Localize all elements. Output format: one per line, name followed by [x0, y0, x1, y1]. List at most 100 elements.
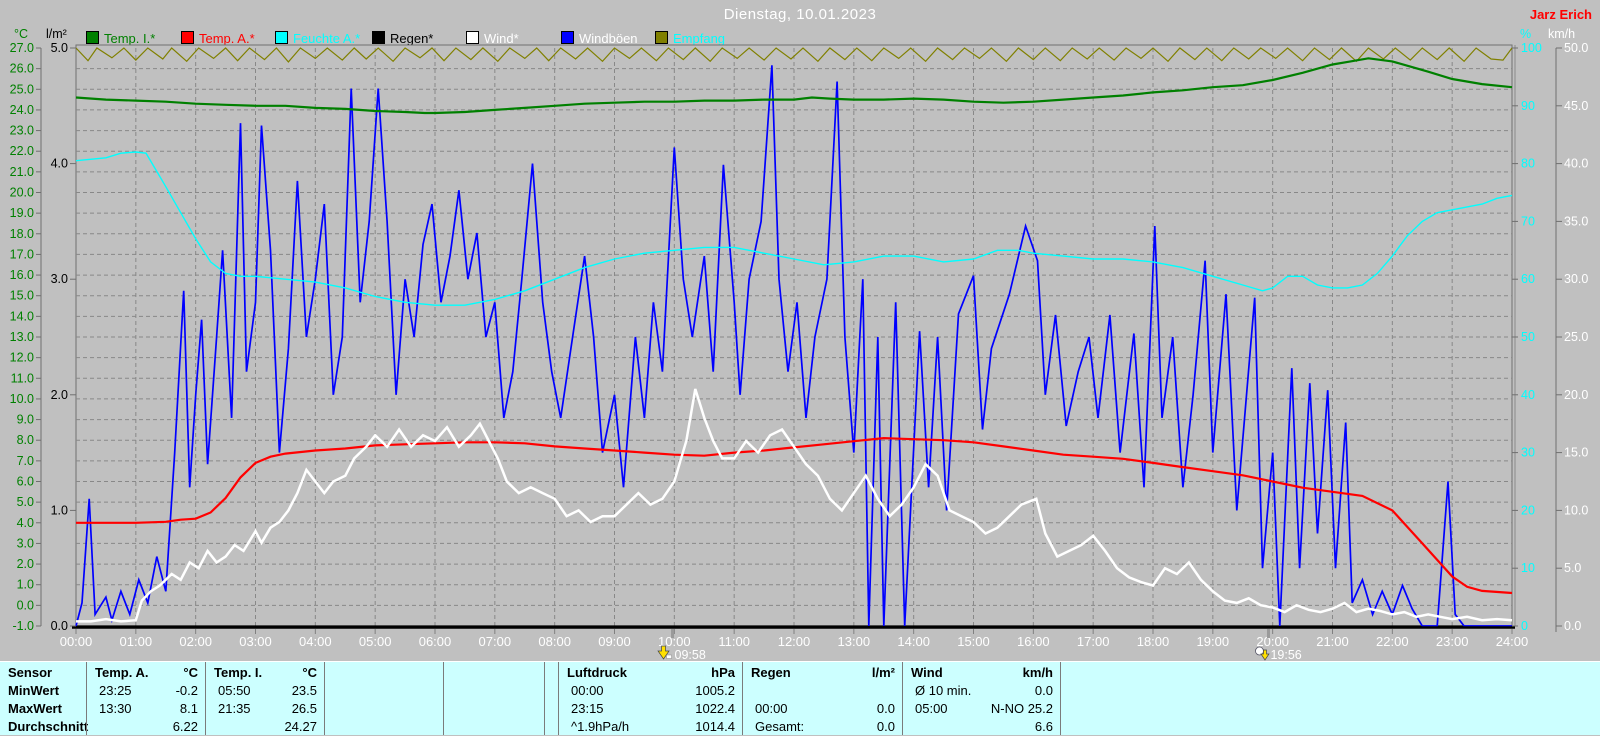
table-column-header [325, 665, 443, 682]
x-axis-tick-label: 20:00 [1256, 634, 1289, 649]
temp-axis-tick-label: 25.0 [10, 82, 34, 96]
x-axis-tick-label: 06:00 [419, 634, 452, 649]
table-column-empty [1060, 662, 1600, 735]
table-column-empty [324, 662, 443, 735]
x-axis-tick-label: 03:00 [239, 634, 272, 649]
stat-value: 1005.2 [695, 683, 735, 698]
table-column-wind: Windkm/hØ 10 min.0.005:00N-NO 25.26.6 [902, 662, 1060, 735]
sensor-unit: km/h [1023, 665, 1053, 680]
gridlines [76, 48, 1512, 626]
stat-time: 05:50 [218, 683, 251, 698]
table-cell-row: 00:000.0 [743, 701, 902, 718]
event-marker-time: 09:58 [675, 648, 706, 661]
windspeed-axis-tick-label: 35.0 [1564, 214, 1588, 228]
sensor-unit: °C [183, 665, 198, 680]
table-column-temp-a: Temp. A.°C23:25-0.213:308.16.22 [86, 662, 205, 735]
temp-axis-tick-label: 5.0 [17, 495, 34, 509]
table-cell-row [545, 701, 558, 718]
temp-axis-tick-label: 12.0 [10, 351, 34, 365]
rain-axis-tick-label: 0.0 [51, 619, 68, 633]
table-cell-row [444, 719, 544, 736]
percent-axis-tick-label: 60 [1521, 272, 1535, 286]
x-axis-tick-label: 19:00 [1197, 634, 1230, 649]
table-cell-row: 6.6 [903, 719, 1060, 736]
x-axis-tick-label: 01:00 [120, 634, 153, 649]
temp-axis-tick-label: 14.0 [10, 309, 34, 323]
table-cell-row: 05:00N-NO 25.2 [903, 701, 1060, 718]
stat-time: 21:35 [218, 701, 251, 716]
stat-value: 0.0 [877, 719, 895, 734]
table-cell-row [545, 719, 558, 736]
windspeed-axis-tick-label: 50.0 [1564, 41, 1588, 55]
temp-axis-tick-label: 22.0 [10, 144, 34, 158]
x-axis-tick-label: 17:00 [1077, 634, 1110, 649]
table-cell-row: 6.22 [87, 719, 205, 736]
sensor-name: Wind [911, 665, 943, 680]
table-cell-row: 05:5023.5 [206, 683, 324, 700]
stat-value: 6.22 [173, 719, 198, 734]
windspeed-axis-tick-label: 45.0 [1564, 99, 1588, 113]
x-axis-tick-label: 16:00 [1017, 634, 1050, 649]
sensor-unit: l/m² [872, 665, 895, 680]
weather-chart: 27.026.025.024.023.022.021.020.019.018.0… [0, 0, 1600, 661]
x-axis-tick-label: 08:00 [538, 634, 571, 649]
percent-axis-tick-label: 30 [1521, 446, 1535, 460]
temp-axis-tick-label: 17.0 [10, 247, 34, 261]
table-row-label: MinWert [0, 683, 86, 700]
rain-axis-tick-label: 4.0 [51, 157, 68, 171]
x-axis-tick-label: 24:00 [1496, 634, 1529, 649]
windspeed-axis-tick-label: 10.0 [1564, 503, 1588, 517]
windspeed-axis-tick-label: 20.0 [1564, 388, 1588, 402]
temp-axis-tick-label: 4.0 [17, 516, 34, 530]
temp-axis-tick-label: 26.0 [10, 62, 34, 76]
windspeed-axis-tick-label: 25.0 [1564, 330, 1588, 344]
x-axis-tick-label: 11:00 [718, 634, 750, 649]
percent-axis-tick-label: 90 [1521, 99, 1535, 113]
x-axis-tick-label: 04:00 [299, 634, 332, 649]
temp-axis-tick-label: 19.0 [10, 206, 34, 220]
table-column-header [444, 665, 544, 682]
table-column-header: Wind km/h [903, 665, 1060, 682]
temp-axis-tick-label: 15.0 [10, 289, 34, 303]
table-cell-row [325, 701, 443, 718]
table-cell-row: Gesamt: 0.0 [743, 719, 902, 736]
rain-axis-tick-label: 3.0 [51, 272, 68, 286]
x-axis-tick-label: 00:00 [60, 634, 93, 649]
stat-value: 26.5 [292, 701, 317, 716]
percent-axis-tick-label: 80 [1521, 157, 1535, 171]
stat-value: 1014.4 [695, 719, 735, 734]
temp-axis-tick-label: 2.0 [17, 557, 34, 571]
stat-time: 13:30 [99, 701, 132, 716]
table-cell-row: 23:25-0.2 [87, 683, 205, 700]
x-axis-tick-label: 22:00 [1376, 634, 1409, 649]
table-cell-row: 13:308.1 [87, 701, 205, 718]
table-cell-row [1061, 683, 1600, 700]
table-column-regen: Regenl/m²00:000.0Gesamt:0.0 [742, 662, 902, 735]
stat-value: -0.2 [176, 683, 198, 698]
percent-axis-tick-label: 50 [1521, 330, 1535, 344]
table-column-empty [544, 662, 558, 735]
percent-axis-tick-label: 10 [1521, 561, 1535, 575]
table-cell-row [444, 701, 544, 718]
percent-axis-tick-label: 70 [1521, 214, 1535, 228]
temp-axis-tick-label: 11.0 [11, 371, 34, 385]
stat-value: 1022.4 [695, 701, 735, 716]
temp-axis-tick-label: 13.0 [10, 330, 34, 344]
percent-axis-tick-label: 20 [1521, 503, 1535, 517]
statistics-table: SensorMinWertMaxWertDurchschnittTemp. A.… [0, 661, 1600, 735]
windspeed-axis-tick-label: 0.0 [1564, 619, 1581, 633]
x-axis-tick-label: 07:00 [479, 634, 512, 649]
table-column-header [545, 665, 558, 682]
x-axis-tick-label: 02:00 [179, 634, 212, 649]
x-axis-tick-label: 09:00 [598, 634, 631, 649]
stat-time: Ø 10 min. [915, 683, 971, 698]
stat-time: Gesamt: [755, 719, 804, 734]
percent-axis-tick-label: 0 [1521, 619, 1528, 633]
table-cell-row: ^1.9hPa/h1014.4 [559, 719, 742, 736]
table-cell-row [1061, 701, 1600, 718]
temp-axis-tick-label: -1.0 [12, 619, 34, 633]
table-row-label: Durchschnitt [0, 719, 86, 736]
windspeed-axis-tick-label: 15.0 [1564, 446, 1588, 460]
windspeed-axis-tick-label: 5.0 [1564, 561, 1581, 575]
x-axis-tick-label: 15:00 [957, 634, 990, 649]
